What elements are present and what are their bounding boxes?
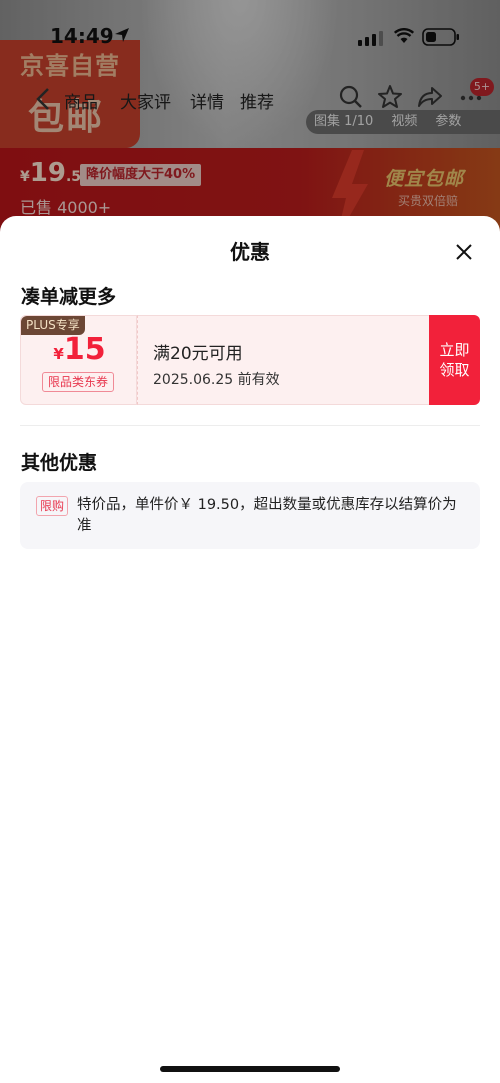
section-title-other: 其他优惠 <box>21 452 98 474</box>
coupon-currency: ¥ <box>53 345 64 363</box>
claim-coupon-button[interactable]: 立即 领取 <box>429 315 480 405</box>
coupon-card: PLUS专享 ¥15 限品类东券 满20元可用 2025.06.25 前有效 立… <box>20 315 480 405</box>
coupon-info-panel: 满20元可用 2025.06.25 前有效 <box>137 315 429 405</box>
close-icon <box>456 244 472 260</box>
coupon-amount: ¥15 <box>21 332 138 367</box>
promotions-sheet: 优惠 凑单减更多 PLUS专享 ¥15 限品类东券 满20元可用 2025.06… <box>0 216 500 1083</box>
purchase-limit-tag: 限购 <box>36 496 69 516</box>
coupon-expiry: 2025.06.25 前有效 <box>153 372 280 388</box>
coupon-scope-tag: 限品类东券 <box>42 372 115 392</box>
section-title-bundle: 凑单减更多 <box>21 286 117 308</box>
claim-label-line1: 立即 <box>439 341 470 359</box>
close-button[interactable] <box>448 236 480 268</box>
claim-label-line2: 领取 <box>439 361 470 379</box>
coupon-amount-number: 15 <box>63 332 106 367</box>
other-promo-card: 限购 特价品，单件价￥ 19.50，超出数量或优惠库存以结算价为准 <box>20 482 480 549</box>
home-indicator[interactable] <box>160 1066 340 1072</box>
other-promo-text: 特价品，单件价￥ 19.50，超出数量或优惠库存以结算价为准 <box>77 497 457 534</box>
product-page-background: 京喜自营 包邮 14:49 商品 大家评 详情 推荐 5+ 图集 1/10 视频… <box>0 0 500 240</box>
coupon-condition: 满20元可用 <box>153 344 243 364</box>
section-divider <box>20 425 480 426</box>
modal-backdrop[interactable] <box>0 0 500 240</box>
sheet-title: 优惠 <box>230 240 270 264</box>
coupon-value-panel: PLUS专享 ¥15 限品类东券 <box>20 315 137 405</box>
